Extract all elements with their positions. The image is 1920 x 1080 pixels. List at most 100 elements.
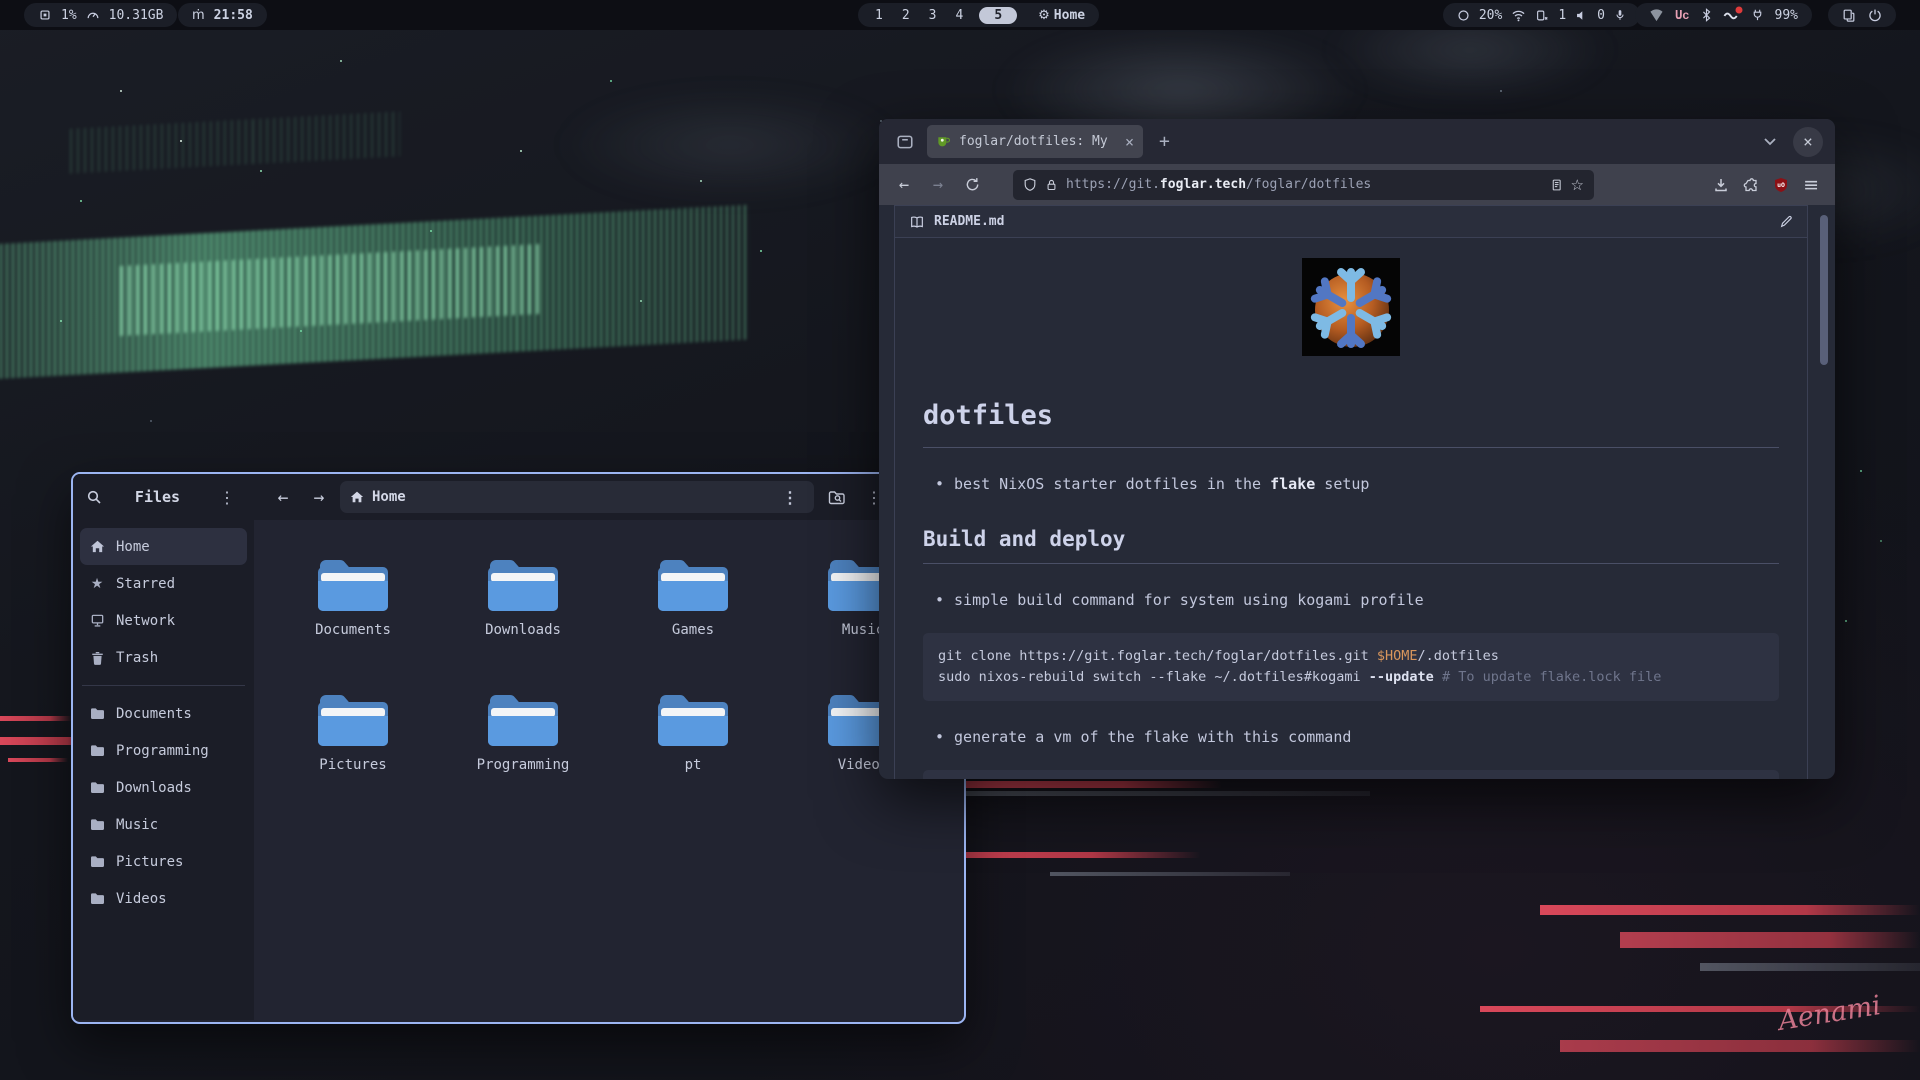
url-bar[interactable]: https://git.foglar.tech/foglar/dotfiles … xyxy=(1013,170,1594,200)
list-tabs-chevron-icon[interactable] xyxy=(1755,137,1785,146)
ublock-origin-icon[interactable]: uO xyxy=(1773,177,1789,193)
url-prefix: https://git. xyxy=(1066,177,1160,192)
path-label: Home xyxy=(372,489,406,505)
bullet-icon: • xyxy=(935,591,944,609)
sidebar-item-label: Home xyxy=(116,539,150,555)
forward-icon[interactable]: → xyxy=(304,487,334,508)
system-stats-pill: 1% 10.31GB xyxy=(24,3,177,27)
glitch-line xyxy=(1050,872,1290,876)
wave-tray-icon[interactable] xyxy=(1723,9,1740,21)
sidebar-item-home[interactable]: Home xyxy=(80,528,247,565)
sidebar-item-documents[interactable]: Documents xyxy=(80,695,247,732)
workspaces-pill: 1 2 3 4 5 ⚙ Home xyxy=(858,3,1099,27)
sidebar-divider xyxy=(82,685,245,686)
code-block-build[interactable]: git clone https://git.foglar.tech/foglar… xyxy=(923,633,1779,701)
folder-search-icon[interactable] xyxy=(820,489,854,506)
uc-tray-icon[interactable]: Uᴄ xyxy=(1675,8,1689,23)
extensions-puzzle-icon[interactable] xyxy=(1743,177,1759,193)
sidebar-item-music[interactable]: Music xyxy=(80,806,247,843)
folder-label: Pictures xyxy=(319,757,386,773)
sidebar-item-trash[interactable]: Trash xyxy=(80,639,247,676)
folder-item-programming[interactable]: Programming xyxy=(438,688,608,823)
back-icon[interactable]: ← xyxy=(268,487,298,508)
network-icon xyxy=(89,613,105,628)
folder-icon xyxy=(89,855,105,868)
reader-view-icon[interactable] xyxy=(1550,178,1563,192)
readme-content: dotfiles • best NixOS starter dotfiles i… xyxy=(895,238,1807,779)
sidebar-item-label: Programming xyxy=(116,743,209,759)
firefox-view-icon[interactable] xyxy=(891,128,919,156)
sidebar-item-starred[interactable]: ★ Starred xyxy=(80,565,247,602)
brightness-icon xyxy=(1457,9,1470,22)
glitch-line xyxy=(1700,963,1920,971)
tray-pill: Uᴄ 99% xyxy=(1635,3,1812,27)
svg-text:uO: uO xyxy=(1777,181,1785,189)
microphone-icon xyxy=(1614,8,1626,22)
back-icon[interactable]: ← xyxy=(889,175,919,195)
folder-item-pt[interactable]: pt xyxy=(608,688,778,823)
edit-pencil-icon[interactable] xyxy=(1779,215,1793,229)
path-bar[interactable]: Home ⋮ xyxy=(340,481,814,513)
folder-item-pictures[interactable]: Pictures xyxy=(268,688,438,823)
folder-icon xyxy=(89,707,105,720)
folder-label: Documents xyxy=(315,622,391,638)
browser-tab-bar: foglar/dotfiles: My × + × xyxy=(879,119,1835,164)
folder-label: pt xyxy=(685,757,702,773)
downloads-icon[interactable] xyxy=(1713,177,1729,193)
bluetooth-icon[interactable] xyxy=(1701,8,1712,22)
hamburger-menu-icon[interactable]: ≡ xyxy=(1803,174,1819,196)
glitch-line xyxy=(0,716,72,721)
path-options-kebab-icon[interactable]: ⋮ xyxy=(776,488,804,507)
bullet-icon: • xyxy=(935,475,944,493)
mode-indicator: ⚙ Home xyxy=(1038,8,1085,23)
workspace-2[interactable]: 2 xyxy=(899,8,913,23)
bookmark-star-icon[interactable]: ☆ xyxy=(1571,176,1584,194)
book-icon xyxy=(909,215,925,229)
browser-tab[interactable]: foglar/dotfiles: My × xyxy=(927,125,1143,158)
power-icon[interactable] xyxy=(1868,8,1882,22)
sidebar-item-network[interactable]: Network xyxy=(80,602,247,639)
brightness-value: 20% xyxy=(1479,8,1502,23)
folder-icon xyxy=(315,688,391,750)
new-tab-icon[interactable]: + xyxy=(1151,131,1178,152)
power-plug-icon xyxy=(1751,8,1764,22)
cpu-usage: 1% xyxy=(61,8,77,23)
folder-item-games[interactable]: Games xyxy=(608,553,778,688)
code-block-vm[interactable]: nix run github:nix-community/nixos-gener… xyxy=(923,770,1779,779)
tab-close-icon[interactable]: × xyxy=(1125,133,1134,151)
tab-title: foglar/dotfiles: My xyxy=(959,134,1117,149)
folder-item-downloads[interactable]: Downloads xyxy=(438,553,608,688)
bullet-text: best NixOS starter dotfiles in the flake… xyxy=(954,475,1369,493)
sidebar-item-videos[interactable]: Videos xyxy=(80,880,247,917)
files-window: Files ⋮ ← → Home ⋮ ⋮ xyxy=(71,472,966,1024)
gauge-icon xyxy=(86,8,100,22)
keyboard-layout-icon xyxy=(1535,9,1549,22)
browser-nav-bar: ← → https://git.foglar.tech/foglar/dotfi… xyxy=(879,164,1835,205)
workspace-1[interactable]: 1 xyxy=(872,8,886,23)
glitch-line xyxy=(1620,932,1920,948)
sidebar-item-pictures[interactable]: Pictures xyxy=(80,843,247,880)
window-close-icon[interactable]: × xyxy=(1793,127,1823,157)
folder-item-documents[interactable]: Documents xyxy=(268,553,438,688)
app-menu-kebab-icon[interactable]: ⋮ xyxy=(213,488,241,507)
clipboard-icon[interactable] xyxy=(1842,8,1856,22)
sidebar-item-label: Network xyxy=(116,613,175,629)
sidebar-item-programming[interactable]: Programming xyxy=(80,732,247,769)
scrollbar-thumb[interactable] xyxy=(1820,215,1828,365)
code-line: sudo nixos-rebuild switch --flake ~/.dot… xyxy=(938,667,1764,688)
workspace-4[interactable]: 4 xyxy=(952,8,966,23)
home-icon xyxy=(89,539,105,554)
sidebar-item-label: Pictures xyxy=(116,854,183,870)
workspace-3[interactable]: 3 xyxy=(926,8,940,23)
network-tray-icon[interactable] xyxy=(1649,9,1664,22)
readme-card: README.md xyxy=(894,205,1808,779)
aurora-glitch-small xyxy=(70,111,400,173)
search-icon[interactable] xyxy=(86,489,102,505)
sidebar-item-downloads[interactable]: Downloads xyxy=(80,769,247,806)
forward-icon[interactable]: → xyxy=(923,175,953,195)
speaker-icon xyxy=(1575,9,1588,22)
reload-icon[interactable] xyxy=(957,177,987,192)
folder-icon xyxy=(485,553,561,615)
session-pill xyxy=(1828,3,1896,27)
workspace-5-active[interactable]: 5 xyxy=(979,7,1017,24)
